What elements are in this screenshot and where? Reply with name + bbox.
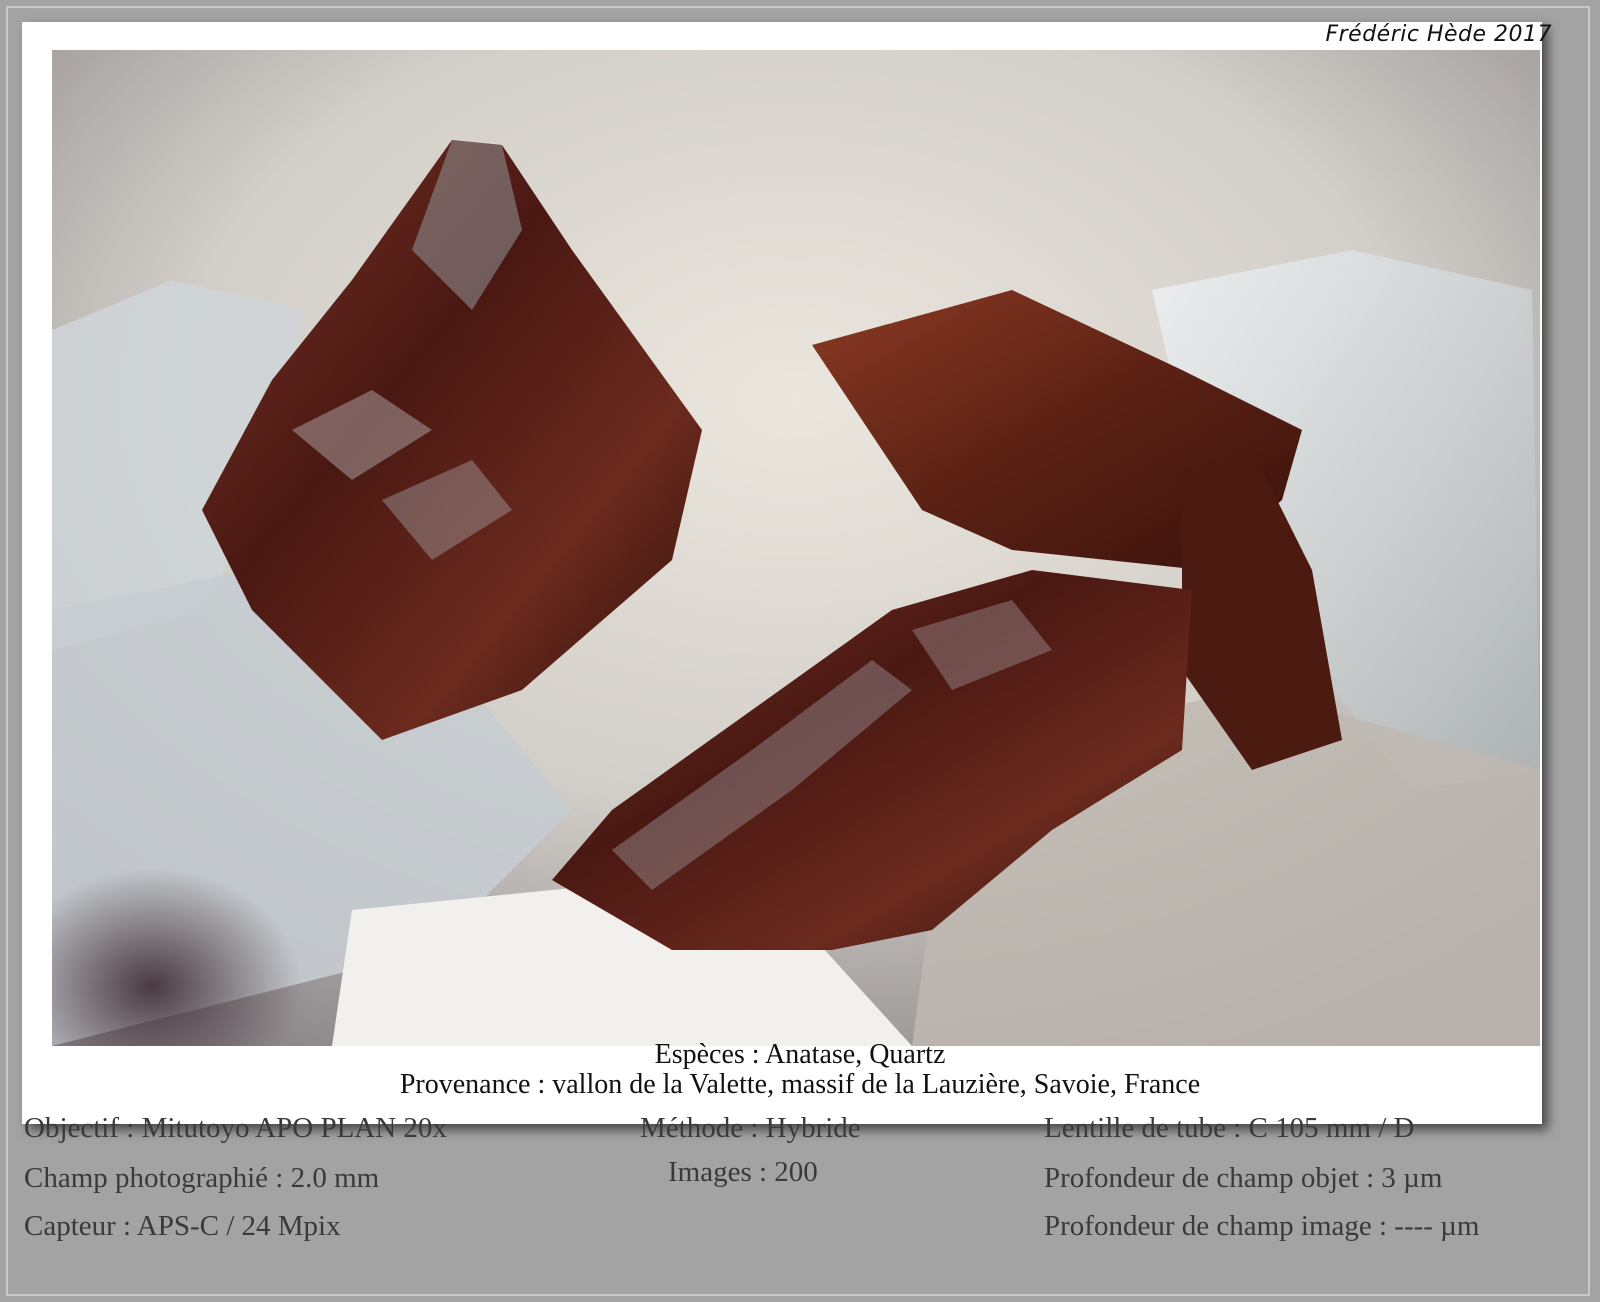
photo-card [22, 22, 1542, 1124]
species-caption: Espèces : Anatase, Quartz [654, 1039, 946, 1070]
image-dof-spec: Profondeur de champ image : ---- µm [1044, 1210, 1480, 1242]
sensor-spec: Capteur : APS-C / 24 Mpix [24, 1210, 341, 1242]
tube-lens-spec: Lentille de tube : C 105 mm / D [1044, 1112, 1415, 1144]
images-spec: Images : 200 [668, 1156, 818, 1188]
anatase-quartz-image [52, 50, 1540, 1046]
provenance-caption: Provenance : vallon de la Valette, massi… [399, 1069, 1201, 1100]
photographer-signature: Frédéric Hède 2017 [1325, 22, 1552, 47]
method-spec: Méthode : Hybride [640, 1112, 861, 1144]
field-spec: Champ photographié : 2.0 mm [24, 1162, 380, 1194]
object-dof-spec: Profondeur de champ objet : 3 µm [1044, 1162, 1443, 1194]
objective-spec: Objectif : Mitutoyo APO PLAN 20x [24, 1112, 447, 1144]
mineral-photo [52, 50, 1540, 1046]
